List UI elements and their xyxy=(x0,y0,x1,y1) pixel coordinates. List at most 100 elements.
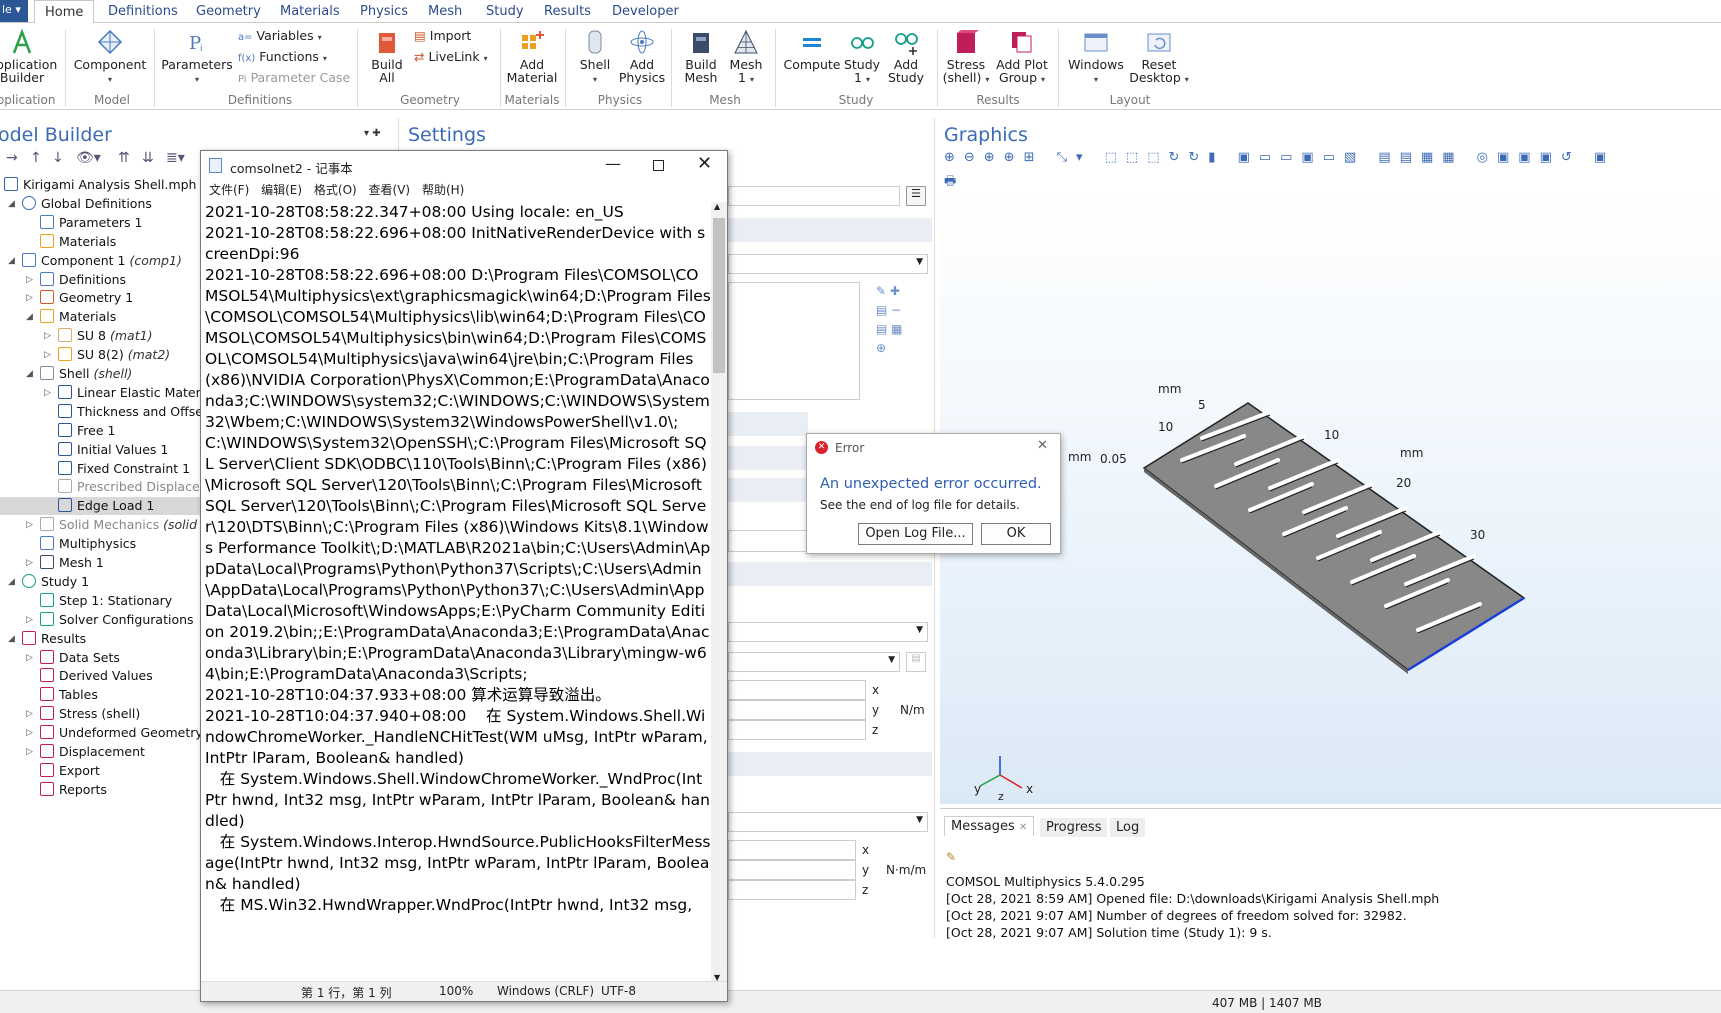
add-study-button[interactable]: Add Study xyxy=(882,29,930,84)
tree-node-geometry-1[interactable]: Geometry 1 xyxy=(40,289,133,307)
tree-expander-icon[interactable]: ▷ xyxy=(26,747,33,757)
tree-expander-icon[interactable]: ▷ xyxy=(26,293,33,303)
clear-messages-icon[interactable]: ✎ xyxy=(946,850,956,864)
tree-expander-icon[interactable]: ◢ xyxy=(8,256,15,266)
tree-node-results[interactable]: Results xyxy=(22,630,86,648)
tree-expander-icon[interactable]: ▷ xyxy=(26,558,33,568)
livelink-button[interactable]: ⇄ LiveLink ▾ xyxy=(414,49,488,64)
windows-button[interactable]: Windows ▾ xyxy=(1066,29,1126,86)
tab-materials[interactable]: Materials xyxy=(280,4,340,19)
tree-node-derived-values[interactable]: Derived Values xyxy=(40,667,153,685)
settings-label-input[interactable] xyxy=(728,186,900,206)
tree-node-shell[interactable]: Shell (shell) xyxy=(40,365,132,383)
tree-expander-icon[interactable]: ▷ xyxy=(26,653,33,663)
settings-section-header[interactable] xyxy=(728,412,808,436)
tab-developer[interactable]: Developer xyxy=(612,4,679,19)
tab-log[interactable]: Log xyxy=(1110,818,1146,837)
study1-button[interactable]: Study 1 ▾ xyxy=(842,29,882,86)
mesh1-button[interactable]: Mesh 1 ▾ xyxy=(724,29,768,86)
moment-x-input[interactable] xyxy=(728,840,856,860)
tab-results[interactable]: Results xyxy=(544,4,591,19)
import-button[interactable]: ▤ Import xyxy=(414,28,471,43)
scroll-up-icon[interactable]: ▲ xyxy=(714,202,720,211)
tab-messages[interactable]: Messages ✕ xyxy=(944,816,1035,836)
tree-node-su-8[interactable]: SU 8 (mat1) xyxy=(58,327,152,345)
functions-button[interactable]: f(x) Functions ▾ xyxy=(238,49,327,64)
tree-node-undeformed-geometry[interactable]: Undeformed Geometry xyxy=(40,724,200,742)
selection-dropdown[interactable]: ▼ xyxy=(728,254,928,274)
tree-node-materials[interactable]: Materials xyxy=(40,308,116,326)
tab-study[interactable]: Study xyxy=(486,4,524,19)
stress-shell-button[interactable]: Stress (shell) ▾ xyxy=(940,29,992,86)
settings-node-icon[interactable]: ☰ xyxy=(906,186,926,206)
tab-physics[interactable]: Physics xyxy=(360,4,408,19)
graphics-toolbar[interactable]: ⊕⊖⊕⊕⊞ ⤡▾ ⬚⬚⬚↻↻▮ ▣▭▭▣▭▧ ▤▤▦▦ ◎▣▣▣↺ ▣ xyxy=(944,150,1714,174)
tree-node-data-sets[interactable]: Data Sets xyxy=(40,649,120,667)
load-field-button[interactable]: ▤ xyxy=(906,652,926,672)
tree-expander-icon[interactable]: ◢ xyxy=(26,369,33,379)
tab-mesh[interactable]: Mesh xyxy=(428,4,462,19)
tree-expander-icon[interactable]: ▷ xyxy=(44,350,51,360)
moment-z-input[interactable] xyxy=(728,880,856,900)
tree-node-su-8-2[interactable]: SU 8(2) (mat2) xyxy=(58,346,170,364)
menu-format[interactable]: 格式(O) xyxy=(314,183,357,197)
settings-section-header[interactable] xyxy=(728,752,932,776)
notepad-window[interactable]: comsolnet2 - 记事本 — ✕ 文件(F) 编辑(E) 格式(O) 查… xyxy=(200,150,728,1002)
menu-edit[interactable]: 编辑(E) xyxy=(261,183,302,197)
close-icon[interactable]: ✕ xyxy=(697,153,712,174)
add-material-button[interactable]: Add Material xyxy=(504,29,560,84)
add-plot-group-button[interactable]: Add Plot Group ▾ xyxy=(992,29,1052,86)
notepad-text-area[interactable]: 2021-10-28T08:58:22.347+08:00 Using loca… xyxy=(205,202,711,982)
tree-node-fixed-constraint-1[interactable]: Fixed Constraint 1 xyxy=(58,460,190,478)
tree-node-parameters-1[interactable]: Parameters 1 xyxy=(40,214,142,232)
tree-node-export[interactable]: Export xyxy=(40,762,100,780)
tree-node-thickness-and-offse[interactable]: Thickness and Offse xyxy=(58,403,200,421)
tree-node-stress-shell[interactable]: Stress (shell) xyxy=(40,705,140,723)
tab-progress[interactable]: Progress xyxy=(1040,818,1108,837)
tree-expander-icon[interactable]: ▷ xyxy=(26,275,33,285)
moment-dropdown[interactable]: ▼ xyxy=(728,812,928,832)
minimize-icon[interactable]: — xyxy=(605,154,621,173)
tree-node-solid-mechanics[interactable]: Solid Mechanics (solid xyxy=(40,516,197,534)
force-y-input[interactable] xyxy=(728,700,866,720)
settings-section-header[interactable] xyxy=(728,562,932,586)
tree-node-displacement[interactable]: Displacement xyxy=(40,743,145,761)
tree-expander-icon[interactable]: ▷ xyxy=(44,331,51,341)
tree-expander-icon[interactable]: ◢ xyxy=(8,577,15,587)
tree-node-study-1[interactable]: Study 1 xyxy=(22,573,89,591)
tree-expander-icon[interactable]: ▷ xyxy=(26,728,33,738)
tree-node-solver-configurations[interactable]: Solver Configurations xyxy=(40,611,194,629)
parameter-case-button[interactable]: Pi Parameter Case xyxy=(238,70,350,85)
tree-node-step-1-stationary[interactable]: Step 1: Stationary xyxy=(40,592,172,610)
tree-expander-icon[interactable]: ▷ xyxy=(26,520,33,530)
tree-node-free-1[interactable]: Free 1 xyxy=(58,422,115,440)
tree-node-edge-load-1[interactable]: Edge Load 1 xyxy=(0,497,200,516)
tree-node-linear-elastic-materi[interactable]: Linear Elastic Materi xyxy=(58,384,200,402)
ok-button[interactable]: OK xyxy=(981,523,1051,545)
notepad-titlebar[interactable]: comsolnet2 - 记事本 — ✕ xyxy=(201,151,727,181)
tree-node-global-definitions[interactable]: Global Definitions xyxy=(22,195,152,213)
open-log-file-button[interactable]: Open Log File... xyxy=(858,523,973,545)
force-x-input[interactable] xyxy=(728,680,866,700)
compute-button[interactable]: Compute xyxy=(782,29,842,71)
tree-node-initial-values-1[interactable]: Initial Values 1 xyxy=(58,441,168,459)
tree-node-definitions[interactable]: Definitions xyxy=(40,271,126,289)
tree-node-prescribed-displace[interactable]: Prescribed Displace xyxy=(58,478,200,496)
tree-expander-icon[interactable]: ◢ xyxy=(8,199,15,209)
panel-menu-icon[interactable]: ▾ ✚ xyxy=(364,128,381,139)
tab-geometry[interactable]: Geometry xyxy=(196,4,261,19)
settings-section-header[interactable] xyxy=(728,446,808,470)
tree-node-tables[interactable]: Tables xyxy=(40,686,98,704)
tree-node-multiphysics[interactable]: Multiphysics xyxy=(40,535,136,553)
tree-expander-icon[interactable]: ▷ xyxy=(44,388,51,398)
close-icon[interactable]: ✕ xyxy=(1019,822,1027,833)
close-icon[interactable]: ✕ xyxy=(1037,438,1048,453)
selection-tools[interactable]: ✎ ✚ ▤ − ▤ ▦ ⊕ xyxy=(876,282,903,358)
scrollbar-thumb[interactable] xyxy=(713,218,725,373)
tree-node-reports[interactable]: Reports xyxy=(40,781,107,799)
add-physics-button[interactable]: Add Physics xyxy=(618,29,666,84)
tree-expander-icon[interactable]: ▷ xyxy=(26,709,33,719)
tree-node-component-1[interactable]: Component 1 (comp1) xyxy=(22,252,182,270)
tree-node-kirigami-analysis-shell-mph[interactable]: Kirigami Analysis Shell.mph (r xyxy=(4,176,200,194)
reset-desktop-button[interactable]: Reset Desktop ▾ xyxy=(1128,29,1190,86)
